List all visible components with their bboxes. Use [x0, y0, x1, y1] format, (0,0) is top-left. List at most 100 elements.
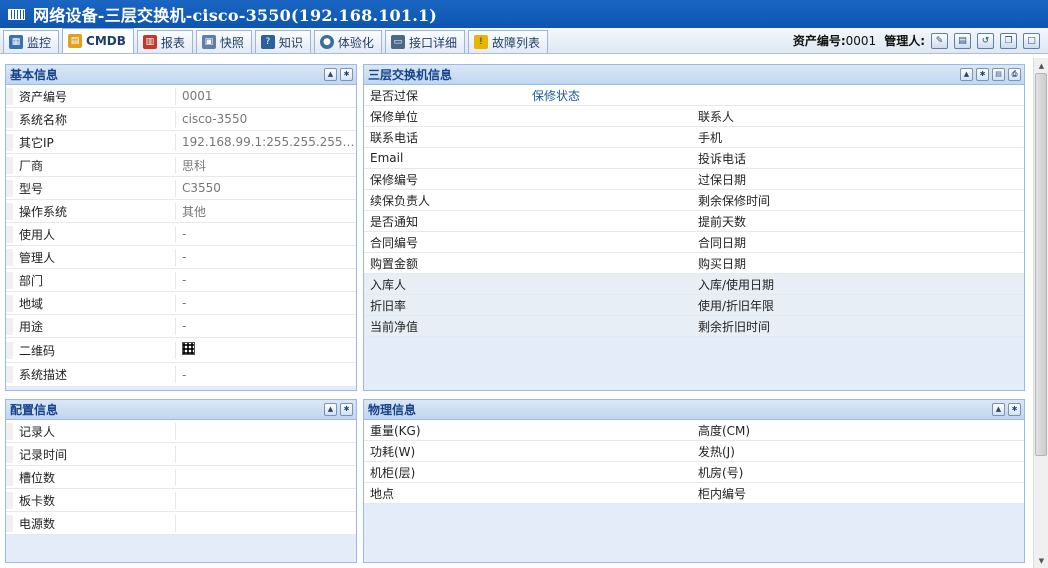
knowledge-icon: ? — [260, 35, 275, 49]
tab-cmdb[interactable]: ▤ CMDB — [62, 28, 134, 53]
field-value: 0001 — [182, 89, 213, 103]
gear-icon[interactable]: ✱ — [340, 403, 353, 416]
field-label: 手机 — [698, 130, 723, 145]
field-label: 联系电话 — [370, 130, 419, 145]
table-row: 折旧率 使用/折旧年限 — [364, 295, 1024, 316]
tab-knowledge[interactable]: ? 知识 — [254, 30, 311, 53]
physical-info-rows: 重量(KG) 高度(CM) 功耗(W) 发热(J) 机柜(层) 机房(号) 地点 柜内编… — [364, 420, 1024, 504]
field-label: 折旧率 — [370, 298, 407, 313]
field-label: 入库人 — [370, 277, 407, 292]
field-label: 型号 — [6, 179, 176, 197]
scrollbar-thumb[interactable] — [1035, 73, 1047, 456]
field-label: 系统描述 — [6, 366, 176, 383]
field-label: 续保负责人 — [370, 193, 431, 208]
table-row: 续保负责人 剩余保修时间 — [364, 190, 1024, 211]
field-label: 厂商 — [6, 156, 176, 174]
scroll-up-icon[interactable]: ▲ — [1034, 58, 1048, 73]
table-row: 是否过保 保修状态 — [364, 85, 1024, 106]
scroll-down-icon[interactable]: ▼ — [1034, 553, 1048, 568]
field-value: - — [182, 296, 187, 310]
edit-asset-icon[interactable]: ✎ — [931, 32, 948, 49]
field-label: 资产编号 — [6, 87, 176, 105]
print-icon[interactable]: ⎙ — [1008, 68, 1021, 81]
table-row: 资产编号 0001 — [6, 85, 356, 108]
collapse-icon[interactable]: ▲ — [992, 403, 1005, 416]
field-label: 保修单位 — [370, 109, 419, 124]
field-value: 思科 — [182, 158, 207, 173]
field-label: 购置金额 — [370, 256, 419, 271]
basic-info-title: 基本信息 — [10, 68, 59, 82]
table-row: 型号 C3550 — [6, 177, 356, 200]
field-label: 部门 — [6, 271, 176, 289]
tab-label: 快照 — [219, 35, 244, 50]
tab-monitor[interactable]: ▦ 监控 — [3, 30, 60, 53]
field-label: 记录时间 — [6, 445, 176, 463]
table-row: 合同编号 合同日期 — [364, 232, 1024, 253]
gear-icon[interactable]: ✱ — [340, 68, 353, 81]
switch-info-rows: 是否过保 保修状态 保修单位 联系人 联系电话 手机 Email 投诉电话 保修编号 过保… — [364, 85, 1024, 337]
field-value: - — [182, 227, 187, 241]
switch-info-panel: 三层交换机信息 ▲ ✱ ▤ ⎙ 是否过保 保修状态 保修单位 联系人 联系电话 手机 … — [363, 64, 1025, 391]
table-row: 记录时间 — [6, 443, 356, 466]
experience-icon: ● — [319, 35, 334, 49]
collapse-icon[interactable]: ▲ — [324, 403, 337, 416]
tab-label: 知识 — [278, 35, 303, 50]
qr-code-icon[interactable] — [182, 342, 195, 355]
field-label: 二维码 — [6, 341, 176, 359]
table-row: 保修编号 过保日期 — [364, 169, 1024, 190]
tab-label: CMDB — [86, 34, 126, 48]
tab-interface-detail[interactable]: ▭ 接口详细 — [384, 30, 465, 53]
table-row: 其它IP 192.168.99.1:255.255.255.0... — [6, 131, 356, 154]
field-label: 记录人 — [6, 422, 176, 440]
config-info-panel: 配置信息 ▲ ✱ 记录人 记录时间 槽位数 板卡数 电源数 — [5, 399, 357, 563]
gear-icon[interactable]: ✱ — [976, 68, 989, 81]
field-label: 柜内编号 — [698, 486, 747, 501]
field-label: 是否过保 — [370, 88, 419, 103]
field-value: 其他 — [182, 204, 207, 219]
field-label: 剩余保修时间 — [698, 193, 771, 208]
asset-number-value: 0001 — [845, 33, 877, 48]
field-value: - — [182, 367, 187, 382]
collapse-icon[interactable]: ▲ — [960, 68, 973, 81]
basic-info-panel: 基本信息 ▲ ✱ 资产编号 0001 系统名称 cisco-3550 其它IP 192… — [5, 64, 357, 391]
tab-label: 接口详细 — [408, 35, 457, 50]
physical-info-title: 物理信息 — [368, 403, 417, 417]
config-info-rows: 记录人 记录时间 槽位数 板卡数 电源数 — [6, 420, 356, 535]
table-row: 机柜(层) 机房(号) — [364, 462, 1024, 483]
tab-report[interactable]: ▥ 报表 — [136, 30, 193, 53]
field-label: 入库/使用日期 — [698, 277, 775, 292]
table-row: 是否通知 提前天数 — [364, 211, 1024, 232]
switch-info-title: 三层交换机信息 — [368, 68, 453, 82]
collapse-icon[interactable]: ▲ — [324, 68, 337, 81]
tab-fault-list[interactable]: ! 故障列表 — [467, 30, 548, 53]
vertical-scrollbar[interactable]: ▲ ▼ — [1033, 58, 1048, 568]
field-label: 机房(号) — [698, 465, 744, 480]
table-row: 当前净值 剩余折旧时间 — [364, 316, 1024, 337]
field-label: 剩余折旧时间 — [698, 319, 771, 334]
field-label: 功耗(W) — [370, 444, 416, 459]
field-label: 投诉电话 — [698, 151, 747, 166]
window-maximize-icon[interactable]: □ — [1023, 32, 1040, 49]
gear-icon[interactable]: ✱ — [1008, 403, 1021, 416]
cmdb-icon: ▤ — [68, 34, 83, 48]
field-label: 合同日期 — [698, 235, 747, 250]
table-row: Email 投诉电话 — [364, 148, 1024, 169]
physical-info-header: 物理信息 ▲ ✱ — [364, 400, 1024, 420]
table-row: 购置金额 购买日期 — [364, 253, 1024, 274]
header-info: 资产编号: 0001 管理人: ✎ ▤ ↺ ❐ □ — [793, 32, 1040, 49]
window-restore-icon[interactable]: ❐ — [1000, 32, 1017, 49]
field-value: - — [182, 250, 187, 264]
field-label: 合同编号 — [370, 235, 419, 250]
table-row: 地点 柜内编号 — [364, 483, 1024, 504]
tab-snapshot[interactable]: ▣ 快照 — [195, 30, 252, 53]
table-row: 入库人 入库/使用日期 — [364, 274, 1024, 295]
switch-info-header: 三层交换机信息 ▲ ✱ ▤ ⎙ — [364, 65, 1024, 85]
field-label: 当前净值 — [370, 319, 419, 334]
save-icon[interactable]: ▤ — [954, 32, 971, 49]
tab-experience[interactable]: ● 体验化 — [313, 30, 382, 53]
cmdb-refresh-icon[interactable]: ↺ — [977, 32, 994, 49]
field-label: 使用人 — [6, 225, 176, 243]
save-icon[interactable]: ▤ — [992, 68, 1005, 81]
warranty-status-link[interactable]: 保修状态 — [532, 87, 1024, 104]
window-title: 网络设备-三层交换机-cisco-3550(192.168.101.1) — [33, 6, 438, 25]
